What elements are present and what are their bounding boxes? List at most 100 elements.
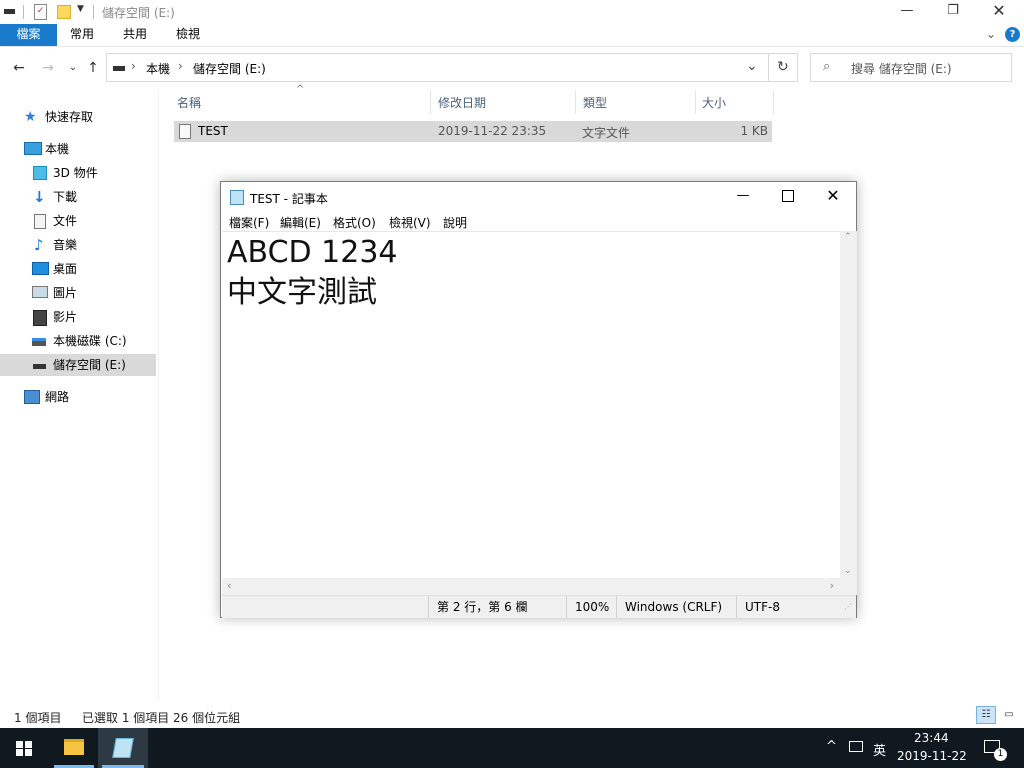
drive-icon <box>4 9 15 14</box>
nav-item-label: 影片 <box>53 310 78 324</box>
nav-item-downloads[interactable]: ↓ 下載 <box>0 186 156 208</box>
column-separator <box>695 90 696 114</box>
column-header-name[interactable]: 名稱 <box>177 93 201 113</box>
clock-time[interactable]: 23:44 <box>914 731 949 745</box>
address-dropdown-icon[interactable]: ⌄ <box>746 58 758 74</box>
column-header-modified[interactable]: 修改日期 <box>438 93 486 113</box>
text-line-1: ABCD 1234 <box>227 235 398 270</box>
column-separator <box>575 90 576 114</box>
nav-item-label: 快速存取 <box>45 110 94 124</box>
search-input[interactable]: ⌕ 搜尋 儲存空間 (E:) <box>810 53 1012 82</box>
minimize-button[interactable]: — <box>884 0 930 24</box>
qat-separator <box>23 5 24 19</box>
status-encoding: UTF-8 <box>736 596 841 618</box>
nav-item-drive-e[interactable]: 儲存空間 (E:) <box>0 354 156 376</box>
menu-view[interactable]: 檢視(V) <box>389 214 431 231</box>
status-item-count: 1 個項目 <box>14 711 62 725</box>
menu-help[interactable]: 說明 <box>443 214 467 231</box>
tab-view[interactable]: 檢視 <box>166 24 210 46</box>
up-button[interactable]: ↑ <box>82 56 104 80</box>
new-folder-icon[interactable] <box>57 5 71 19</box>
notepad-icon <box>230 190 244 205</box>
network-tray-icon[interactable] <box>849 741 863 752</box>
back-button[interactable]: ← <box>8 56 30 80</box>
nav-item-videos[interactable]: 影片 <box>0 306 156 328</box>
ribbon-expand-icon[interactable]: ⌄ <box>986 27 996 41</box>
file-size: 1 KB <box>740 124 768 138</box>
large-icons-view-button[interactable]: ▭ <box>999 706 1019 724</box>
taskbar-file-explorer[interactable] <box>50 728 98 768</box>
scroll-left-icon[interactable]: ‹ <box>227 579 231 592</box>
start-button[interactable] <box>0 728 48 768</box>
vertical-scrollbar[interactable]: ⌃ ⌄ <box>840 231 857 578</box>
column-header-size[interactable]: 大小 <box>702 93 726 113</box>
scroll-down-icon[interactable]: ⌄ <box>844 566 852 576</box>
film-icon <box>33 310 47 326</box>
nav-item-label: 3D 物件 <box>53 166 98 180</box>
refresh-icon[interactable]: ↻ <box>777 59 789 75</box>
menu-format[interactable]: 格式(O) <box>333 214 376 231</box>
nav-item-documents[interactable]: 文件 <box>0 210 156 232</box>
resize-grip-icon[interactable]: ⋰ <box>844 602 852 611</box>
breadcrumb-drive-e[interactable]: 儲存空間 (E:) <box>193 60 266 77</box>
desktop-icon <box>32 262 49 275</box>
qat-separator-2 <box>93 5 94 19</box>
nav-item-desktop[interactable]: 桌面 <box>0 258 156 280</box>
notepad-close-button[interactable]: ✕ <box>811 182 855 210</box>
tab-share[interactable]: 共用 <box>113 24 157 46</box>
status-zoom: 100% <box>566 596 616 618</box>
file-name: TEST <box>198 124 228 138</box>
notepad-title: TEST - 記事本 <box>250 192 328 206</box>
show-hidden-icons[interactable]: ^ <box>826 739 837 754</box>
text-line-2: 中文字測試 <box>227 275 377 310</box>
recent-locations-button[interactable]: ⌄ <box>62 56 84 80</box>
nav-item-quick-access[interactable]: ★ 快速存取 <box>0 106 156 128</box>
tab-home[interactable]: 常用 <box>60 24 104 46</box>
notepad-text[interactable]: ABCD 1234 中文字測試 <box>227 233 398 313</box>
nav-item-music[interactable]: ♪ 音樂 <box>0 234 156 256</box>
ime-indicator[interactable]: 英 <box>873 740 886 759</box>
breadcrumb-this-pc[interactable]: 本機 <box>146 60 170 77</box>
nav-item-pictures[interactable]: 圖片 <box>0 282 156 304</box>
nav-item-label: 圖片 <box>53 286 78 300</box>
nav-item-3d-objects[interactable]: 3D 物件 <box>0 162 156 184</box>
properties-icon[interactable]: ✓ <box>34 4 47 20</box>
windows-logo-icon <box>16 741 32 756</box>
notepad-app-icon <box>112 738 134 758</box>
column-header-type[interactable]: 類型 <box>583 93 607 113</box>
notepad-menubar: 檔案(F) 編輯(E) 格式(O) 檢視(V) 說明 <box>221 214 851 232</box>
nav-item-label: 網路 <box>45 390 70 404</box>
tab-file[interactable]: 檔案 <box>0 24 57 46</box>
clock-date[interactable]: 2019-11-22 <box>897 749 967 763</box>
horizontal-scrollbar[interactable]: ‹ › <box>222 578 840 595</box>
nav-item-label: 本機磁碟 (C:) <box>53 334 127 348</box>
notepad-maximize-button[interactable] <box>766 182 810 210</box>
qat-dropdown-icon[interactable]: ▼ <box>77 4 84 14</box>
file-row[interactable]: TEST 2019-11-22 23:35 文字文件 1 KB <box>174 121 772 142</box>
scroll-right-icon[interactable]: › <box>830 579 834 592</box>
nav-item-network[interactable]: 網路 <box>0 386 156 408</box>
status-line-ending: Windows (CRLF) <box>616 596 736 618</box>
address-bar[interactable]: › 本機 › 儲存空間 (E:) ⌄ ↻ <box>106 53 798 82</box>
nav-item-label: 音樂 <box>53 238 78 252</box>
menu-edit[interactable]: 編輯(E) <box>280 214 321 231</box>
notepad-statusbar: 第 2 行，第 6 欄 100% Windows (CRLF) UTF-8 ⋰ <box>222 595 856 618</box>
taskbar-notepad[interactable] <box>98 728 148 768</box>
computer-icon <box>24 142 42 155</box>
nav-item-this-pc[interactable]: 本機 <box>0 138 156 160</box>
forward-button[interactable]: → <box>37 56 59 80</box>
drive-icon <box>33 364 46 369</box>
scrollbar-corner <box>840 578 857 595</box>
nav-item-drive-c[interactable]: 本機磁碟 (C:) <box>0 330 156 352</box>
menu-file[interactable]: 檔案(F) <box>229 214 269 231</box>
notepad-minimize-button[interactable]: — <box>721 182 765 210</box>
details-view-button[interactable]: ☷ <box>976 706 996 724</box>
nav-item-label: 儲存空間 (E:) <box>53 358 126 372</box>
close-button[interactable]: ✕ <box>976 0 1022 24</box>
status-bytes: 26 個位元組 <box>173 711 241 725</box>
scroll-up-icon[interactable]: ⌃ <box>844 232 852 242</box>
restore-button[interactable]: ❐ <box>930 0 976 24</box>
maximize-icon <box>782 190 794 202</box>
folder-icon <box>64 739 84 755</box>
help-icon[interactable]: ? <box>1005 27 1020 42</box>
